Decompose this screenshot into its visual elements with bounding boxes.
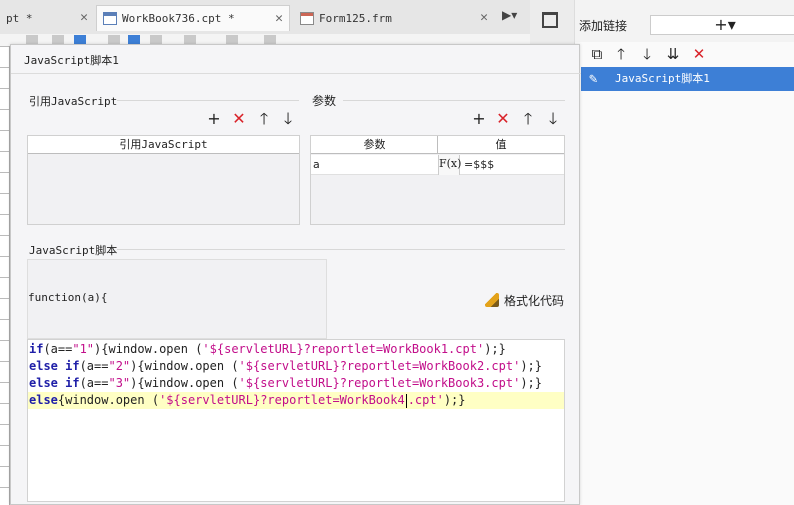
hyperlink-panel: 添加链接 +▾ ⧉ 🡑 🡓 ⇊ ✕ ✎ JavaScript脚本1 (574, 0, 794, 505)
sort-down-icon[interactable]: ⇊ (663, 44, 683, 64)
tab-label: pt * (6, 11, 33, 25)
hyperlink-toolbar: ⧉ 🡑 🡓 ⇊ ✕ (575, 42, 794, 66)
code-token: else if (29, 359, 80, 373)
add-link-dropdown[interactable]: +▾ (650, 15, 794, 35)
function-header: function(a){ (28, 291, 108, 304)
code-token: (a== (79, 359, 109, 373)
param-section-label: 参数 (312, 94, 337, 108)
arrow-up-icon[interactable]: 🡑 (255, 110, 273, 128)
javascript-dialog: JavaScript脚本1 引用JavaScript + ✕ 🡑 🡓 引用Jav… (10, 44, 581, 505)
code-token: (a== (43, 342, 73, 356)
param-table: 参数 值 a F(x) =$$$ (310, 135, 565, 225)
tab-list-icon[interactable]: ▶▾ (502, 8, 517, 22)
code-token: "2" (108, 359, 131, 373)
hyperlink-item-label: JavaScript脚本1 (615, 72, 710, 85)
code-token: '${servletURL}?reportlet=WorkBook2.cpt' (238, 359, 521, 373)
code-token: '${servletURL}?reportlet=WorkBook4 (159, 393, 405, 407)
code-token: );} (443, 393, 466, 407)
tab-form125[interactable]: Form125.frm ✕ (294, 5, 494, 31)
arrow-down-icon[interactable]: 🡓 (279, 110, 297, 128)
arrow-up-icon[interactable]: 🡑 (519, 110, 537, 128)
code-token: ){window.open ( (130, 376, 239, 390)
add-icon[interactable]: + (470, 110, 488, 128)
script-section-label: JavaScript脚本 (29, 244, 118, 257)
arrow-down-icon[interactable]: 🡓 (637, 44, 657, 64)
arrow-up-icon[interactable]: 🡑 (611, 44, 631, 64)
workbook-icon (103, 12, 117, 25)
formula-icon[interactable]: F(x) (438, 155, 461, 175)
code-token: {window.open ( (57, 393, 160, 407)
spreadsheet-grid (0, 46, 10, 505)
code-editor[interactable]: if(a=="1"){window.open ('${servletURL}?r… (27, 339, 565, 502)
code-token: );} (484, 342, 506, 356)
code-line[interactable]: if(a=="1"){window.open ('${servletURL}?r… (28, 341, 564, 358)
hyperlink-list-item[interactable]: ✎ JavaScript脚本1 (581, 67, 794, 91)
code-token: .cpt' (407, 393, 444, 407)
param-value-cell[interactable]: =$$$ (464, 158, 494, 171)
param-name-column-header: 参数 (311, 136, 438, 154)
arrow-down-icon[interactable]: 🡓 (544, 110, 562, 128)
table-row: a F(x) =$$$ (311, 155, 564, 175)
format-code-button[interactable]: 格式化代码 (485, 291, 564, 309)
tab-workbook736[interactable]: WorkBook736.cpt * ✕ (96, 5, 290, 31)
hyperlink-panel-title: 添加链接 (579, 19, 628, 33)
format-code-label: 格式化代码 (504, 293, 565, 308)
delete-icon[interactable]: ✕ (230, 110, 248, 128)
code-token: else if (29, 376, 80, 390)
param-name-cell[interactable]: a (313, 158, 320, 171)
copy-icon[interactable]: ⧉ (587, 44, 607, 64)
code-token: ){window.open ( (94, 342, 203, 356)
close-icon[interactable]: ✕ (480, 10, 488, 25)
ref-js-section-label: 引用JavaScript (29, 95, 118, 108)
add-icon[interactable]: + (205, 110, 223, 128)
form-icon (300, 11, 314, 25)
tab-workbook-prev[interactable]: pt * ✕ (0, 5, 94, 31)
divider (343, 100, 565, 101)
tab-label: Form125.frm (319, 11, 392, 25)
code-token: else (29, 393, 58, 407)
ref-js-column-header: 引用JavaScript (28, 136, 299, 154)
tab-label: WorkBook736.cpt * (122, 12, 235, 25)
code-line[interactable]: else{window.open ('${servletURL}?reportl… (28, 392, 564, 409)
code-token: if (29, 342, 44, 356)
text-caret (405, 393, 407, 408)
param-value-column-header: 值 (438, 136, 564, 154)
divider (11, 73, 581, 74)
divider (117, 100, 299, 101)
code-token: '${servletURL}?reportlet=WorkBook1.cpt' (202, 342, 485, 356)
ref-js-table: 引用JavaScript (27, 135, 300, 225)
code-token: );} (520, 376, 542, 390)
document-tab-bar: pt * ✕ WorkBook736.cpt * ✕ Form125.frm ✕… (0, 0, 530, 34)
code-line[interactable]: else if(a=="2"){window.open ('${servletU… (28, 358, 564, 375)
hyperlink-panel-header: 添加链接 +▾ (575, 0, 794, 42)
close-icon[interactable]: ✕ (80, 10, 88, 25)
close-icon[interactable]: ✕ (275, 11, 283, 26)
delete-icon[interactable]: ✕ (494, 110, 512, 128)
code-token: (a== (79, 376, 109, 390)
code-token: '${servletURL}?reportlet=WorkBook3.cpt' (238, 376, 521, 390)
code-line[interactable]: else if(a=="3"){window.open ('${servletU… (28, 375, 564, 392)
edit-icon: ✎ (589, 71, 598, 87)
code-token: ){window.open ( (130, 359, 239, 373)
divider (117, 249, 565, 250)
code-token: );} (520, 359, 542, 373)
brush-icon (485, 293, 499, 307)
code-token: "3" (108, 376, 131, 390)
widget-panel-icon[interactable] (542, 12, 558, 28)
code-token: "1" (72, 342, 95, 356)
delete-icon[interactable]: ✕ (689, 44, 709, 64)
dialog-title: JavaScript脚本1 (24, 54, 119, 67)
